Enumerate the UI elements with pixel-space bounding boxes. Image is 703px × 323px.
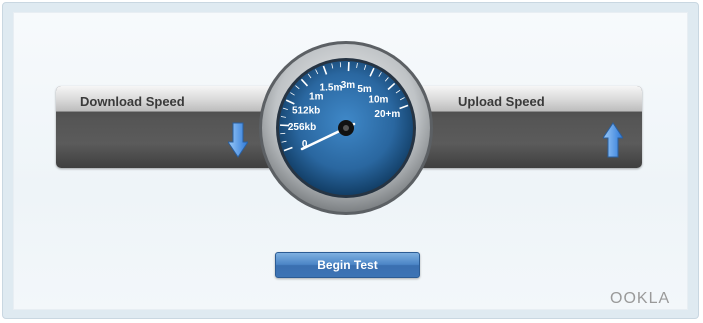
- gauge-scale-label: 3m: [341, 80, 356, 91]
- gauge-scale-label: 256kb: [288, 122, 316, 133]
- gauge-scale-label: 1.5m: [320, 83, 343, 94]
- speed-gauge: 0 256kb 512kb 1m 1.5m 3m 5m 10m 20+m: [258, 40, 434, 216]
- gauge-scale-label: 10m: [368, 94, 388, 105]
- gauge-scale-label: 20+m: [374, 109, 400, 120]
- upload-speed-label: Upload Speed: [458, 94, 545, 109]
- gauge-scale-label: 512kb: [292, 105, 320, 116]
- begin-test-button[interactable]: Begin Test: [275, 252, 420, 278]
- download-speed-label: Download Speed: [80, 94, 185, 109]
- arrow-down-icon: [227, 122, 249, 163]
- ookla-logo: OOKLA: [610, 290, 671, 307]
- arrow-up-icon: [602, 122, 624, 163]
